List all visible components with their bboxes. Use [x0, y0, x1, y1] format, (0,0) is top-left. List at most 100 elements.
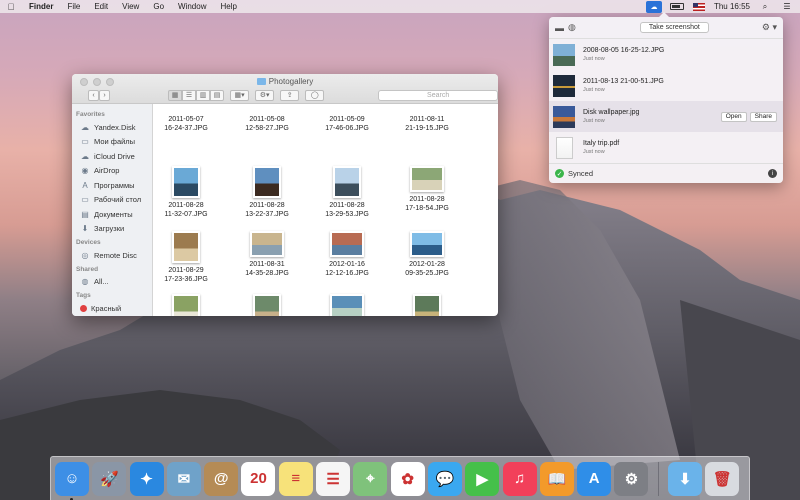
photo-thumbnail: [172, 294, 200, 316]
sidebar-item[interactable]: ▭ Мои файлы: [72, 135, 152, 150]
downloads-icon: ⬇: [81, 224, 89, 234]
menu-finder[interactable]: Finder: [22, 2, 60, 11]
launchpad-icon[interactable]: 🚀: [92, 461, 127, 496]
file-name: 2008-08-05 16-25-12.JPG: [583, 47, 665, 54]
search-input[interactable]: Search: [378, 89, 498, 101]
yandex-disk-status-icon[interactable]: ☁: [645, 0, 662, 13]
dock: ☺ 🚀 ✦ ✉ @20 ≡ ☰ ⌖ ✿ 💬 ▶ ♫ 📖 A ⚙ ⬇ 🗑: [50, 456, 750, 500]
ibooks-icon[interactable]: 📖: [539, 461, 574, 496]
recent-file-item[interactable]: 2011-08-13 21-00-51.JPG Just now: [549, 70, 783, 101]
photo-item[interactable]: 2011-05-07 16-24-37.JPG: [153, 112, 221, 133]
photo-thumbnail: [172, 231, 200, 263]
sidebar-item[interactable]: ◎ Remote Disc: [72, 248, 152, 263]
sidebar-item-label: Загрузки: [94, 224, 125, 234]
photo-filename: 2011-05-07 16-24-37.JPG: [164, 116, 208, 132]
photo-item[interactable]: 2012-01-28 09-35-25.JPG: [392, 231, 462, 278]
reminders-icon[interactable]: ☰: [316, 461, 351, 496]
folder-icon: [256, 78, 266, 85]
sidebar-item[interactable]: ◉ AirDrop: [72, 164, 152, 179]
photos-icon[interactable]: ✿: [390, 461, 425, 496]
menu-help[interactable]: Help: [213, 2, 243, 11]
photo-item[interactable]: 2011-08-31 14-35-28.JPG: [232, 231, 302, 278]
sidebar-item[interactable]: ◍ All...: [72, 275, 152, 290]
tags-button[interactable]: ◯: [305, 89, 325, 101]
column-view-button[interactable]: ▥: [196, 89, 210, 101]
coverflow-view-button[interactable]: ▤: [210, 89, 224, 101]
back-button[interactable]: ‹: [88, 89, 99, 101]
menu-go[interactable]: Go: [146, 2, 171, 11]
photo-item[interactable]: 2013-10-2313-04-20.JPG: [312, 294, 382, 316]
spotlight-icon[interactable]: ⌕: [758, 1, 772, 12]
finder-titlebar[interactable]: Photogallery ‹ › ▦ ☰ ▥ ▤ ▦▾ ⚙▾ ⇪ ◯ Searc…: [72, 74, 498, 104]
apple-menu-icon[interactable]: : [0, 2, 22, 12]
calendar-icon[interactable]: 20: [241, 461, 276, 496]
icon-view-button[interactable]: ▦: [168, 89, 182, 101]
sidebar-item[interactable]: ☁ iCloud Drive: [72, 149, 152, 164]
file-thumbnail: [553, 105, 575, 128]
cloud-folder-icon: ☁: [81, 122, 89, 132]
take-screenshot-button[interactable]: Take screenshot: [639, 22, 709, 33]
photo-filename: 2011-08-28 13-29-53.JPG: [325, 202, 369, 218]
forward-button[interactable]: ›: [99, 89, 110, 101]
sidebar-item[interactable]: Красный: [72, 301, 152, 316]
maps-icon[interactable]: ⌖: [353, 461, 388, 496]
photo-item[interactable]: 2011-08-11 21-19-15.JPG: [392, 112, 462, 133]
icloud-icon: ☁: [81, 151, 89, 161]
open-button[interactable]: Open: [720, 111, 747, 122]
photo-item[interactable]: 2013-10-2313-04-13.JPG: [232, 294, 302, 316]
recent-file-item[interactable]: 2008-08-05 16-25-12.JPG Just now: [549, 39, 783, 70]
menu-window[interactable]: Window: [171, 2, 213, 11]
photo-item[interactable]: 2011-05-08 12-58-27.JPG: [232, 112, 302, 133]
share-button[interactable]: Share: [749, 111, 777, 122]
info-icon[interactable]: i: [768, 169, 777, 178]
finder-icon[interactable]: ☺: [55, 461, 89, 500]
photo-item[interactable]: 2011-08-29 17-23-36.JPG: [153, 231, 221, 284]
itunes-icon[interactable]: ♫: [502, 461, 537, 496]
photo-grid: 2011-05-07 16-24-37.JPG 2011-05-08 12-58-27…: [153, 104, 498, 316]
photo-item[interactable]: 2011-08-28 11-32-07.JPG: [153, 166, 221, 219]
safari-icon[interactable]: ✦: [129, 461, 164, 496]
photo-item[interactable]: 2013-10-2313-03-05.JPG: [153, 294, 221, 316]
battery-icon[interactable]: [669, 1, 684, 12]
photo-thumbnail: [410, 231, 444, 257]
recent-file-item[interactable]: Disk wallpaper.jpg Just now Open Share: [549, 101, 783, 132]
messages-icon[interactable]: 💬: [427, 461, 462, 496]
menu-file[interactable]: File: [60, 2, 87, 11]
sidebar-item[interactable]: ⬇ Загрузки: [72, 222, 152, 237]
preview-icon[interactable]: ✉: [166, 461, 201, 496]
app-store-icon[interactable]: A: [577, 461, 612, 496]
facetime-icon[interactable]: ▶: [465, 461, 500, 496]
list-view-button[interactable]: ☰: [182, 89, 196, 101]
sidebar-item-label: AirDrop: [94, 166, 120, 176]
check-icon: ✓: [555, 169, 564, 178]
action-gear-button[interactable]: ⚙▾: [255, 89, 275, 101]
trash-icon[interactable]: 🗑: [705, 461, 740, 496]
sidebar-item[interactable]: ▤ Документы: [72, 207, 152, 222]
photo-item[interactable]: 2011-05-09 17-46-06.JPG: [312, 112, 382, 133]
downloads-stack-icon[interactable]: ⬇: [668, 461, 703, 496]
photo-item[interactable]: 2013-10-2313-04-40.JPG: [392, 294, 462, 316]
gear-icon[interactable]: ⚙ ▾: [762, 22, 777, 33]
photo-item[interactable]: 2012-01-16 12-12-16.JPG: [312, 231, 382, 278]
clock[interactable]: Thu 16:55: [714, 2, 750, 11]
globe-icon[interactable]: ◍: [568, 22, 576, 33]
notification-center-icon[interactable]: ☰: [780, 1, 794, 12]
input-source-flag-icon[interactable]: [692, 1, 706, 12]
photo-item[interactable]: 2011-08-28 17-18-54.JPG: [392, 166, 462, 213]
folder-icon[interactable]: ▬: [555, 23, 564, 33]
airdrop-icon: ◉: [81, 166, 89, 176]
sidebar-item[interactable]: ▭ Рабочий стол: [72, 193, 152, 208]
photo-item[interactable]: 2011-08-28 13-29-53.JPG: [312, 166, 382, 219]
share-button[interactable]: ⇪: [280, 89, 300, 101]
sidebar-item[interactable]: ☁ Yandex.Disk: [72, 120, 152, 135]
dock-separator: [657, 461, 659, 496]
notes-icon[interactable]: ≡: [278, 461, 313, 496]
system-preferences-icon[interactable]: ⚙: [614, 461, 649, 496]
photo-item[interactable]: 2011-08-28 13-22-37.JPG: [232, 166, 302, 219]
sidebar-item[interactable]: A Программы: [72, 178, 152, 193]
menu-view[interactable]: View: [115, 2, 146, 11]
contacts-icon[interactable]: @: [204, 461, 239, 496]
menu-edit[interactable]: Edit: [87, 2, 115, 11]
arrange-button[interactable]: ▦▾: [230, 89, 250, 101]
recent-file-item[interactable]: Italy trip.pdf Just now: [549, 132, 783, 163]
